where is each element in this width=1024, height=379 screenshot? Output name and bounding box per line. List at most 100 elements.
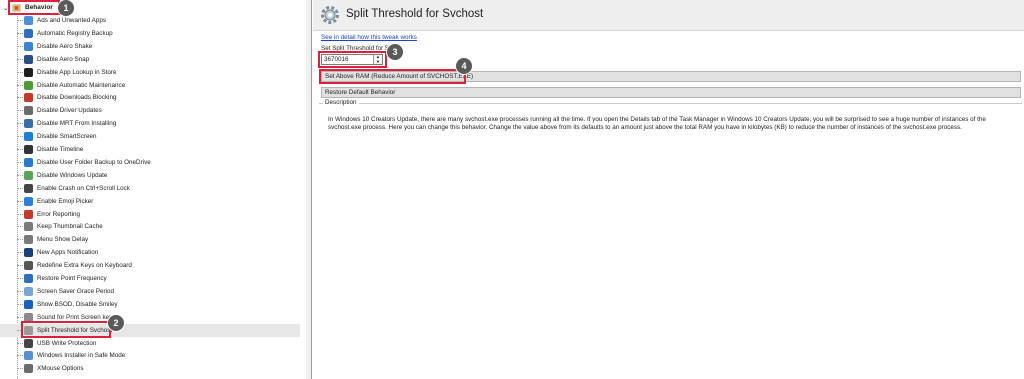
tree-connector — [17, 149, 23, 150]
app-window: ⌄ Behavior 1 Ads and Unwanted Apps Automa… — [0, 0, 1024, 379]
tree-connector — [17, 278, 23, 279]
maintenance-icon — [24, 80, 33, 90]
highlight-box-behavior — [8, 0, 60, 15]
tree-item[interactable]: Disable Aero Snap — [0, 53, 300, 66]
tweak-tree[interactable]: ⌄ Behavior 1 Ads and Unwanted Apps Automa… — [0, 0, 307, 379]
tree-item-label: Restore Point Frequency — [37, 275, 107, 282]
tree-item[interactable]: Screen Saver Grace Period — [0, 285, 300, 298]
tree-item-label: Disable Automatic Maintenance — [37, 81, 126, 89]
window-icon — [24, 41, 33, 51]
snap-icon — [24, 54, 33, 64]
tree-item[interactable]: Disable MRT From Installing — [0, 117, 300, 130]
ads-icon — [24, 16, 33, 25]
tree-item[interactable]: Disable App Lookup in Store — [0, 66, 300, 79]
tree-item[interactable]: XMouse Options — [0, 362, 300, 375]
tree-item[interactable]: Disable Automatic Maintenance — [0, 79, 300, 92]
tree-connector — [17, 200, 23, 202]
description-group: Description In Windows 10 Creators Updat… — [319, 99, 1022, 374]
tree-connector — [17, 355, 23, 357]
menu-icon — [24, 235, 33, 245]
tree-item[interactable]: Disable User Folder Backup to OneDrive — [0, 156, 300, 169]
step-badge-3: 3 — [387, 44, 403, 60]
tree-item-label: Disable MRT From Installing — [37, 120, 117, 128]
tree-connector — [17, 290, 23, 292]
tree-connector — [17, 97, 23, 99]
highlight-box-set-button — [319, 69, 466, 84]
tree-item[interactable]: Disable Downloads Blocking — [0, 91, 300, 104]
tree-connector — [17, 342, 23, 344]
tree-item[interactable]: Restore Point Frequency — [0, 272, 300, 285]
update-icon — [24, 170, 33, 180]
tree-item-label: New Apps Notification — [37, 249, 99, 257]
registry-icon — [24, 28, 33, 38]
tweak-detail-panel: Split Threshold for Svchost See in detai… — [313, 0, 1024, 379]
shield-icon — [24, 132, 33, 142]
tree-item-label: Show BSOD, Disable Smiley — [37, 300, 118, 308]
tree-item[interactable]: Ads and Unwanted Apps — [0, 14, 300, 27]
tree-item-label: Screen Saver Grace Period — [37, 287, 114, 295]
tree-item-label: Disable Aero Shake — [37, 42, 93, 50]
tree-item-label: Enable Crash on Ctrl+Scroll Lock — [37, 184, 130, 192]
tree-item-label: Error Reporting — [37, 210, 81, 218]
tree-connector — [17, 123, 23, 125]
tree-connector — [17, 174, 23, 176]
tree-item-label: Disable Aero Snap — [37, 55, 90, 63]
tree-connector — [17, 239, 23, 241]
tree-item[interactable]: Enable Emoji Picker — [0, 195, 300, 208]
step-badge-4: 4 — [456, 58, 472, 74]
tree-connector — [17, 252, 23, 254]
tree-item[interactable]: Disable SmartScreen — [0, 130, 300, 143]
thumbnail-icon — [24, 222, 33, 232]
description-text: In Windows 10 Creators Update, there are… — [328, 116, 986, 132]
mouse-icon — [24, 364, 33, 374]
screensaver-icon — [24, 286, 33, 296]
tree-item-label: Disable Windows Update — [37, 171, 108, 179]
page-title: Split Threshold for Svchost — [346, 8, 484, 20]
tree-connector — [17, 161, 23, 163]
description-caption: Description — [323, 99, 359, 106]
tree-connector — [17, 32, 23, 34]
tree-connector — [17, 303, 23, 305]
gear-icon — [321, 6, 339, 24]
tree-item[interactable]: Show BSOD, Disable Smiley — [0, 298, 300, 311]
tree-scrollbar[interactable] — [306, 0, 312, 379]
tree-item[interactable]: Automatic Registry Backup — [0, 27, 300, 40]
tree-item-label: XMouse Options — [37, 365, 84, 373]
tree-item[interactable]: Enable Crash on Ctrl+Scroll Lock — [0, 182, 300, 195]
tree-item-label: Menu Show Delay — [37, 236, 89, 244]
tree-item[interactable]: Keep Thumbnail Cache — [0, 220, 300, 233]
tree-item[interactable]: Error Reporting — [0, 208, 300, 221]
tree-connector — [17, 84, 23, 86]
tree-item-label: Enable Emoji Picker — [37, 197, 94, 205]
tree-connector — [17, 110, 23, 112]
tree-item-label: Disable App Lookup in Store — [37, 68, 117, 76]
tree-connector — [17, 45, 23, 47]
tree-item-label: Disable User Folder Backup to OneDrive — [37, 158, 151, 166]
tree-item[interactable]: New Apps Notification — [0, 246, 300, 259]
download-icon — [24, 93, 33, 103]
tree-item[interactable]: Disable Aero Shake — [0, 40, 300, 53]
timeline-icon — [24, 145, 33, 154]
tree-item-label: Windows Installer in Safe Mode — [37, 352, 126, 360]
tree-item[interactable]: Windows Installer in Safe Mode — [0, 349, 300, 362]
tree-item[interactable]: Menu Show Delay — [0, 233, 300, 246]
tree-item[interactable]: USB Write Protection — [0, 337, 300, 350]
restore-icon — [24, 274, 33, 283]
tree-item[interactable]: Disable Windows Update — [0, 169, 300, 182]
tree-item[interactable]: Redefine Extra Keys on Keyboard — [0, 259, 300, 272]
panel-header: Split Threshold for Svchost — [313, 0, 1024, 31]
installer-icon — [24, 351, 33, 361]
tree-item[interactable]: Disable Timeline — [0, 143, 300, 156]
tree-connector — [17, 20, 23, 21]
driver-icon — [24, 106, 33, 116]
tree-connector — [17, 368, 23, 370]
tree-item-label: Ads and Unwanted Apps — [37, 17, 106, 24]
tree-item-label: Automatic Registry Backup — [37, 29, 113, 37]
tweak-details-link[interactable]: See in detail how this tweak works — [321, 34, 417, 41]
restore-default-button[interactable]: Restore Default Behavior — [321, 87, 1021, 98]
tree-item-label: Disable SmartScreen — [37, 133, 97, 141]
keys-icon — [24, 261, 33, 271]
tree-item[interactable]: Disable Driver Updates — [0, 104, 300, 117]
keyboard-icon — [24, 183, 33, 193]
tree-connector — [17, 213, 23, 215]
